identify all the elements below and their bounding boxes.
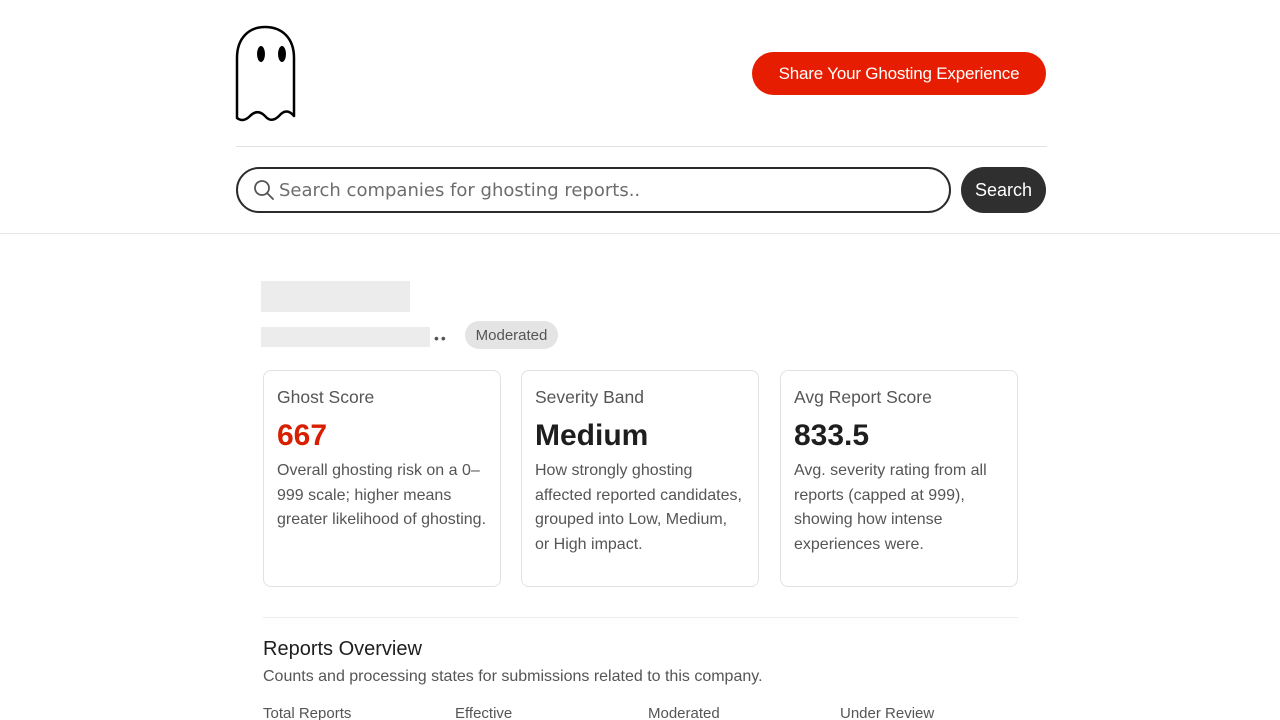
- card-label: Severity Band: [535, 387, 644, 407]
- company-meta-placeholder: [261, 327, 430, 347]
- search-input[interactable]: [279, 179, 919, 201]
- header-divider: [236, 146, 1047, 147]
- card-description: Overall ghosting risk on a 0–999 scale; …: [277, 462, 487, 528]
- search-bar: [236, 167, 951, 213]
- share-experience-button[interactable]: Share Your Ghosting Experience: [752, 52, 1046, 95]
- section-divider: [263, 617, 1018, 618]
- severity-band-value: Medium: [535, 419, 649, 452]
- site-header: Share Your Ghosting Experience Search: [0, 0, 1280, 234]
- search-button[interactable]: Search: [961, 167, 1046, 213]
- severity-band-card: Severity Band Medium How strongly ghosti…: [521, 370, 759, 587]
- stat-label-moderated: Moderated: [648, 705, 720, 720]
- reports-overview-description: Counts and processing states for submiss…: [263, 668, 763, 685]
- avg-report-score-card: Avg Report Score 833.5 Avg. severity rat…: [780, 370, 1018, 587]
- ghost-logo-icon[interactable]: [234, 24, 298, 122]
- reports-overview-title: Reports Overview: [263, 638, 422, 660]
- card-description: Avg. severity rating from all reports (c…: [794, 462, 987, 553]
- status-badge: Moderated: [465, 321, 558, 349]
- stat-label-under-review: Under Review: [840, 705, 935, 720]
- card-label: Avg Report Score: [794, 387, 932, 407]
- card-label: Ghost Score: [277, 387, 375, 407]
- avg-report-score-value: 833.5: [794, 419, 870, 452]
- ghost-score-card: Ghost Score 667 Overall ghosting risk on…: [263, 370, 501, 587]
- meta-separator: ••: [434, 330, 448, 346]
- card-description: How strongly ghosting affected reported …: [535, 462, 742, 553]
- ghost-score-value: 667: [277, 419, 328, 452]
- stat-label-total-reports: Total Reports: [263, 705, 352, 720]
- search-icon: [254, 180, 274, 200]
- stat-label-effective: Effective: [455, 705, 513, 720]
- company-name-placeholder: [261, 281, 410, 312]
